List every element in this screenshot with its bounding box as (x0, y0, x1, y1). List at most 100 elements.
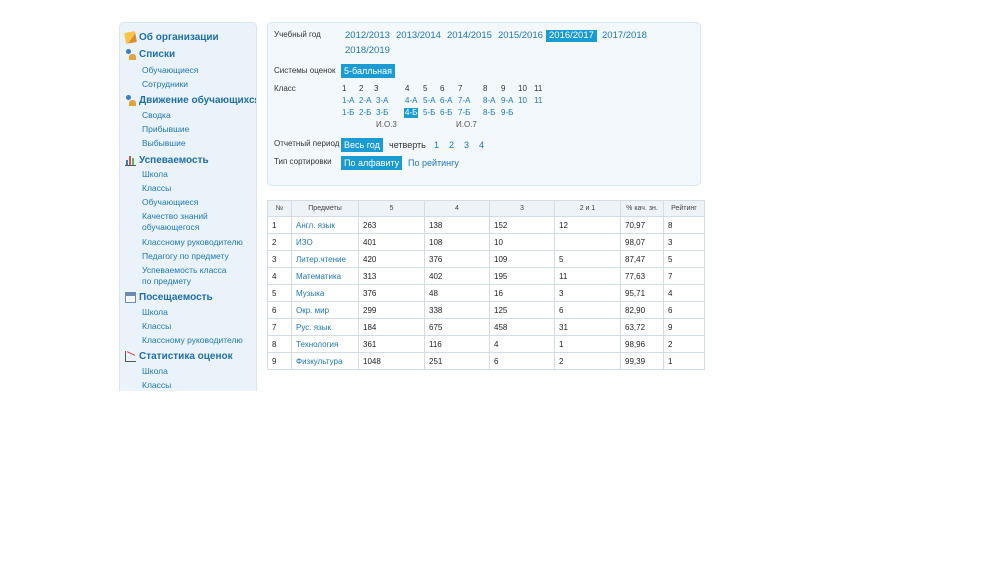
sidebar-item-knowledge-quality[interactable]: Качество знаний обучающегося (142, 211, 208, 233)
class-link[interactable]: 5-Б (423, 108, 435, 118)
quarter-link[interactable]: 3 (464, 139, 469, 151)
subject-link[interactable]: Физкультура (291, 352, 359, 370)
table-cell: 2 (554, 352, 621, 370)
users-icon (125, 49, 136, 60)
subject-link[interactable]: Англ. язык (291, 216, 359, 234)
table-cell: 70,97 (620, 216, 664, 234)
subject-link[interactable]: Рус. язык (291, 318, 359, 336)
column-header: 2 и 1 (554, 200, 621, 217)
class-link[interactable]: 4-А (405, 96, 417, 106)
table-cell: 9 (663, 318, 705, 336)
sidebar-section-title[interactable]: Об организации (139, 32, 219, 43)
quarter-link[interactable]: 4 (479, 139, 484, 151)
class-link[interactable]: 7-Б (458, 108, 470, 118)
table-row: 5 Музыка 376 48 16 3 95,71 4 (267, 284, 705, 302)
quarter-link[interactable]: 2 (449, 139, 454, 151)
sidebar-item-departed[interactable]: Выбывшие (142, 138, 186, 149)
sidebar-item-arrived[interactable]: Прибывшие (142, 124, 189, 135)
sidebar-item-summary[interactable]: Сводка (142, 110, 171, 121)
grading-system-selected[interactable]: 5-балльная (341, 64, 395, 78)
sort-selected[interactable]: По алфавиту (341, 156, 403, 170)
table-cell: 1 (554, 335, 621, 353)
year-link[interactable]: 2013/2014 (396, 30, 441, 42)
table-row: 7 Рус. язык 184 675 458 31 63,72 9 (267, 318, 705, 336)
individual-education-link[interactable]: И.О.7 (456, 120, 477, 130)
table-cell: 3 (554, 284, 621, 302)
grade-header: 6 (440, 84, 445, 93)
sidebar-item-stats-classes[interactable]: Классы (142, 380, 171, 391)
sort-by-rating-link[interactable]: По рейтингу (408, 157, 459, 169)
year-link[interactable]: 2015/2016 (498, 30, 543, 42)
year-link[interactable]: 2012/2013 (345, 30, 390, 42)
table-cell: 63,72 (620, 318, 664, 336)
table-cell: 338 (424, 301, 490, 319)
subject-link[interactable]: Математика (291, 267, 359, 285)
class-link[interactable]: 8-А (483, 96, 495, 106)
class-link[interactable]: 6-Б (440, 108, 452, 118)
table-cell: 6 (267, 301, 292, 319)
table-cell: 184 (358, 318, 425, 336)
sidebar-item-classes[interactable]: Классы (142, 183, 171, 194)
table-cell: 376 (358, 284, 425, 302)
sidebar-item-students-perf[interactable]: Обучающиеся (142, 197, 198, 208)
individual-education-link[interactable]: И.О.3 (376, 120, 397, 130)
sidebar-item-class-teacher[interactable]: Классному руководителю (142, 237, 243, 248)
table-cell: 31 (554, 318, 621, 336)
sidebar-section-about[interactable]: Об организации (124, 31, 219, 44)
class-link[interactable]: 3-Б (376, 108, 388, 118)
table-cell: 7 (267, 318, 292, 336)
table-cell: 4 (267, 267, 292, 285)
subject-link[interactable]: Музыка (291, 284, 359, 302)
sidebar-item-attendance-school[interactable]: Школа (142, 307, 168, 318)
column-header: № (267, 200, 292, 217)
class-link[interactable]: 9-А (501, 96, 513, 106)
table-cell: 361 (358, 335, 425, 353)
subject-link[interactable]: Окр. мир (291, 301, 359, 319)
sidebar-item-stats-school[interactable]: Школа (142, 366, 168, 377)
year-link[interactable]: 2018/2019 (345, 45, 390, 57)
grade-header: 4 (405, 84, 410, 93)
year-link[interactable]: 2014/2015 (447, 30, 492, 42)
class-link[interactable]: 9-Б (501, 108, 513, 118)
sidebar-item-subject-teacher[interactable]: Педагогу по предмету (142, 251, 229, 262)
table-cell: 1048 (358, 352, 425, 370)
class-link[interactable]: 2-Б (359, 108, 371, 118)
sidebar-item-students[interactable]: Обучающиеся (142, 65, 198, 76)
class-link[interactable]: 6-А (440, 96, 452, 106)
table-cell: 1 (663, 352, 705, 370)
class-link[interactable]: 7-А (458, 96, 470, 106)
class-link[interactable]: 3-А (376, 96, 388, 106)
class-link[interactable]: 11 (534, 96, 542, 106)
class-link[interactable]: 5-А (423, 96, 435, 106)
subject-link[interactable]: Литер.чтение (291, 250, 359, 268)
class-link[interactable]: 10 (518, 96, 527, 106)
table-cell: 6 (489, 352, 555, 370)
table-cell (554, 233, 621, 251)
class-link[interactable]: 1-А (342, 96, 354, 106)
period-selected[interactable]: Весь год (341, 138, 383, 152)
class-link[interactable]: 8-Б (483, 108, 495, 118)
quarter-link[interactable]: 1 (434, 139, 439, 151)
sidebar-item-attendance-class-teacher[interactable]: Классному руководителю (142, 335, 243, 346)
year-link-selected[interactable]: 2016/2017 (546, 30, 597, 42)
class-link[interactable]: 1-Б (342, 108, 354, 118)
sidebar-item-staff[interactable]: Сотрудники (142, 79, 188, 90)
table-cell: 6 (663, 301, 705, 319)
class-link[interactable]: 2-А (359, 96, 371, 106)
table-cell: 402 (424, 267, 490, 285)
sidebar-item-attendance-classes[interactable]: Классы (142, 321, 171, 332)
table-cell: 116 (424, 335, 490, 353)
table-row: 6 Окр. мир 299 338 125 6 82,90 6 (267, 301, 705, 319)
table-cell: 6 (554, 301, 621, 319)
table-cell: 5 (267, 284, 292, 302)
table-cell: 82,90 (620, 301, 664, 319)
subject-link[interactable]: ИЗО (291, 233, 359, 251)
sidebar-item-label: Успеваемость класса (142, 265, 227, 275)
grade-header: 8 (483, 84, 488, 93)
table-cell: 152 (489, 216, 555, 234)
sidebar-item-school[interactable]: Школа (142, 169, 168, 180)
sidebar-item-class-subject-perf[interactable]: Успеваемость класса по предмету (142, 265, 227, 287)
subject-link[interactable]: Технология (291, 335, 359, 353)
class-link-selected[interactable]: 4-Б (404, 108, 419, 118)
year-link[interactable]: 2017/2018 (602, 30, 647, 42)
